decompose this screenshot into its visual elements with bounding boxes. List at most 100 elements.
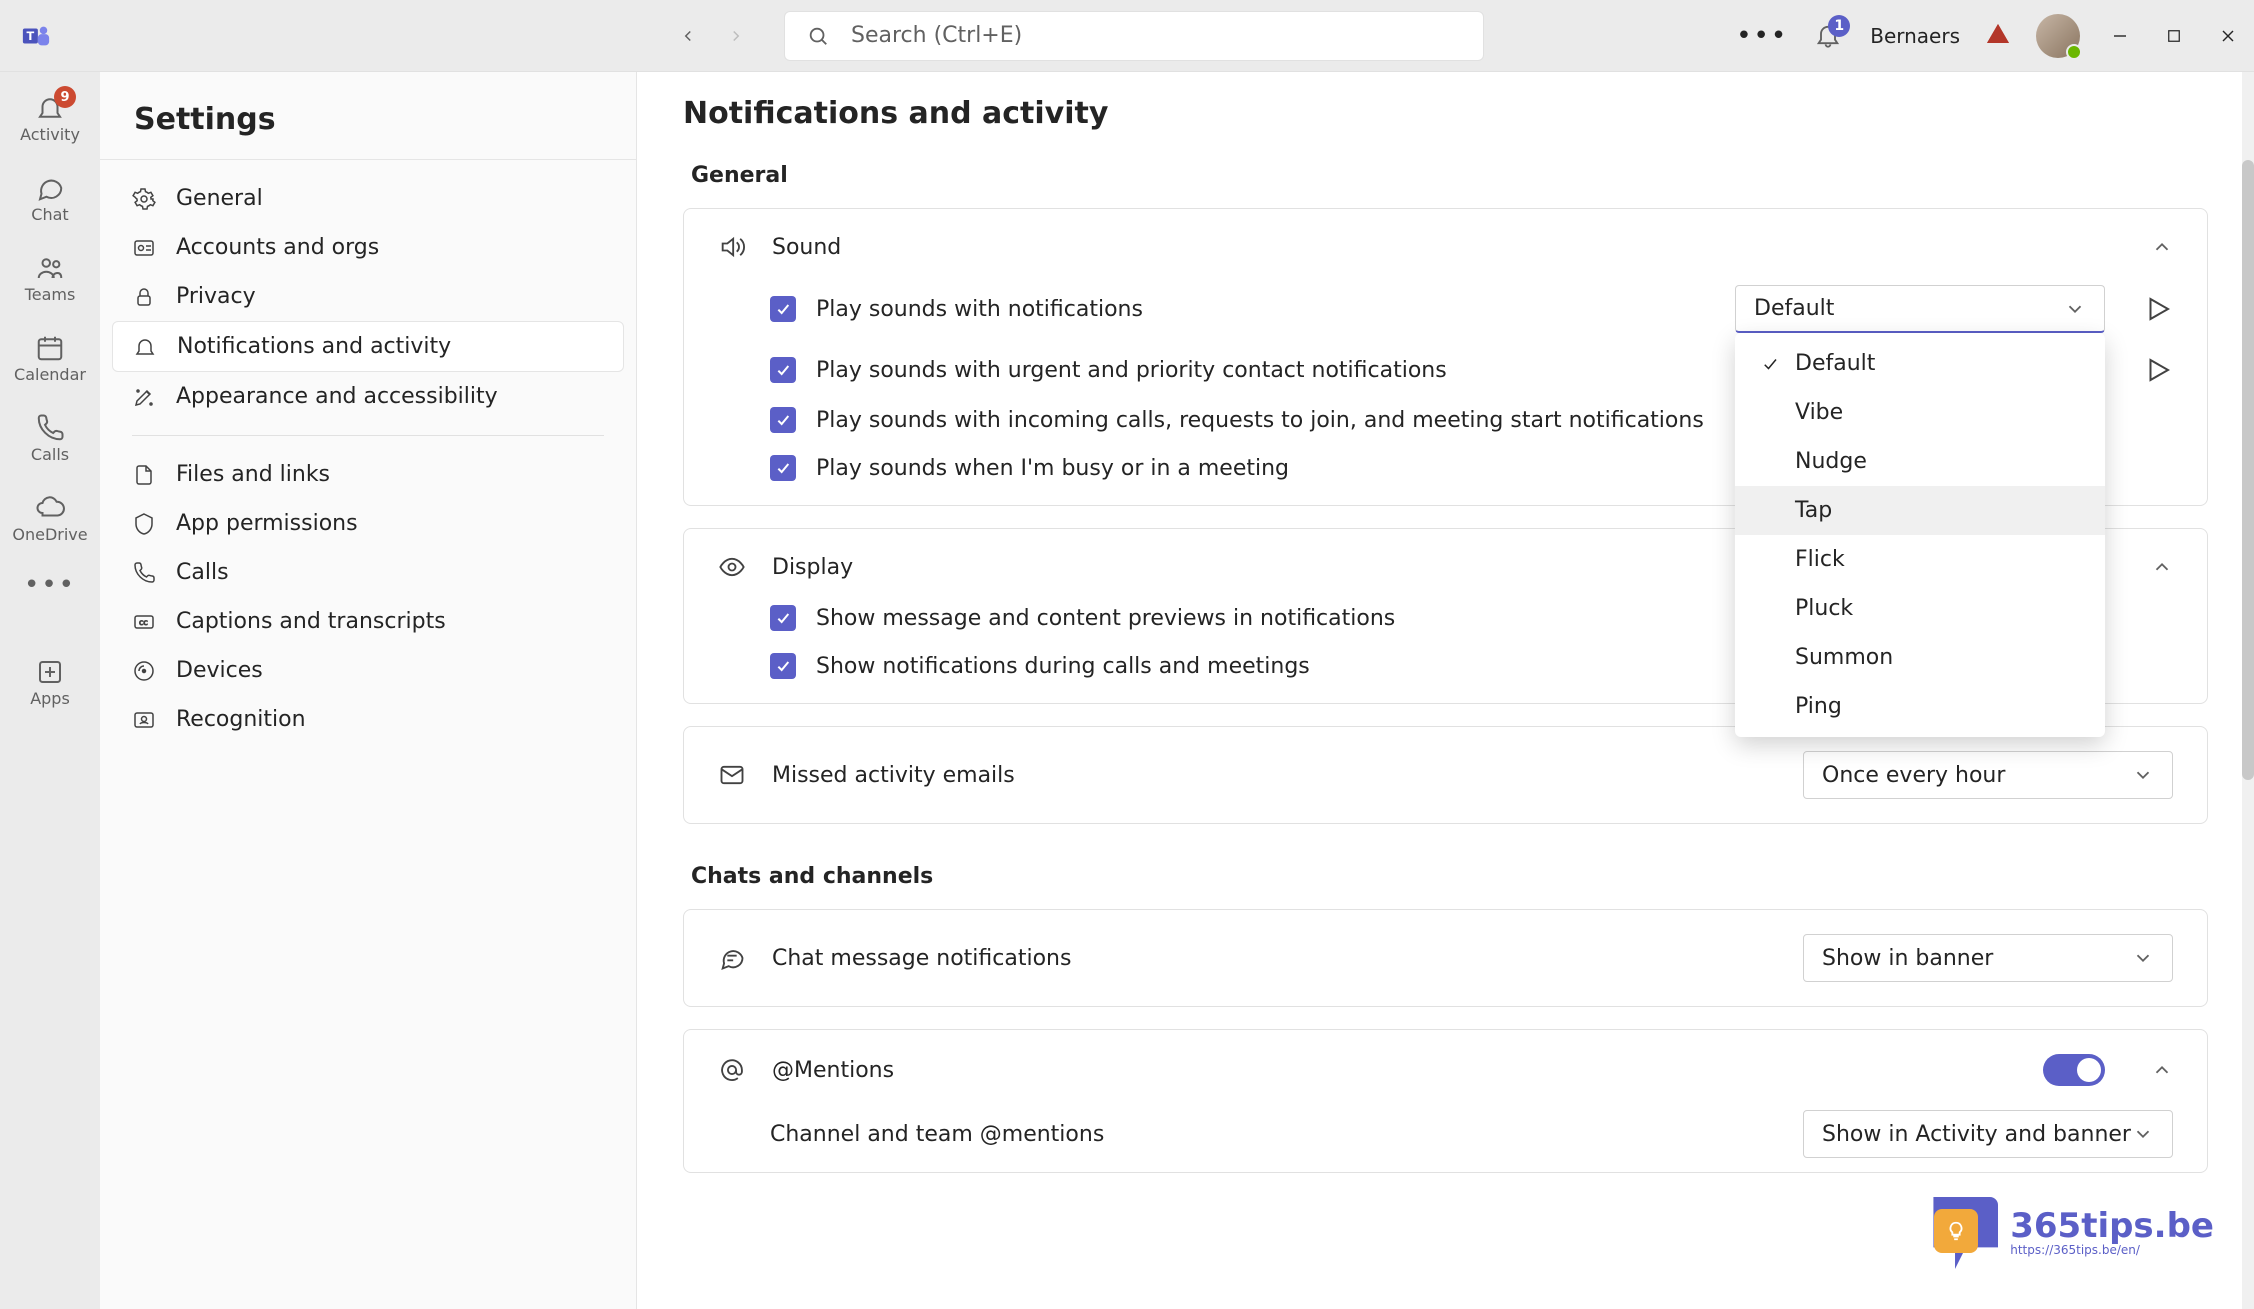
sound-option-label: Flick bbox=[1795, 547, 1845, 572]
chevron-up-icon[interactable] bbox=[2151, 556, 2173, 578]
window-close-button[interactable] bbox=[2214, 22, 2242, 50]
teams-logo-icon: T bbox=[12, 12, 60, 60]
checkbox-sound-busy[interactable] bbox=[770, 455, 796, 481]
chat-icon bbox=[718, 944, 746, 972]
rail-item-calendar[interactable]: Calendar bbox=[8, 322, 92, 394]
mail-icon bbox=[718, 761, 746, 789]
settings-item-files[interactable]: Files and links bbox=[112, 450, 624, 499]
mentions-select[interactable]: Show in Activity and banner bbox=[1803, 1110, 2173, 1158]
sound-option-label: Tap bbox=[1795, 498, 1832, 523]
rail-label: Calls bbox=[31, 445, 69, 464]
app-rail: 9 Activity Chat Teams Calendar Calls One… bbox=[0, 72, 100, 1309]
window-maximize-button[interactable] bbox=[2160, 22, 2188, 50]
sound-dropdown[interactable]: Default Vibe Nudge Tap Flick Pluck Summon Ping bbox=[1735, 333, 2105, 737]
activity-bell-icon[interactable]: 1 bbox=[1814, 21, 1844, 51]
sound-option[interactable]: Tap bbox=[1735, 486, 2105, 535]
rail-item-teams[interactable]: Teams bbox=[8, 242, 92, 314]
settings-item-captions[interactable]: ccCaptions and transcripts bbox=[112, 597, 624, 646]
svg-text:T: T bbox=[27, 29, 35, 42]
settings-sidebar: Settings General Accounts and orgs Priva… bbox=[100, 72, 637, 1309]
sound-option[interactable]: Vibe bbox=[1735, 388, 2105, 437]
chevron-down-icon bbox=[2064, 298, 2086, 320]
titlebar: T Search (Ctrl+E) ••• 1 Bernaers bbox=[0, 0, 2254, 72]
sound-option-label: Ping bbox=[1795, 694, 1842, 719]
avatar[interactable] bbox=[2036, 14, 2080, 58]
settings-item-recognition[interactable]: Recognition bbox=[112, 695, 624, 744]
settings-item-privacy[interactable]: Privacy bbox=[112, 272, 624, 321]
label: Play sounds with urgent and priority con… bbox=[816, 358, 1447, 383]
activity-count-badge: 9 bbox=[54, 86, 76, 108]
presence-available-icon bbox=[2066, 44, 2082, 60]
rail-more-button[interactable]: ••• bbox=[24, 570, 76, 600]
checkbox-sound-notif[interactable] bbox=[770, 296, 796, 322]
page-title: Notifications and activity bbox=[683, 96, 2208, 131]
settings-item-general[interactable]: General bbox=[112, 174, 624, 223]
main-content: Notifications and activity General Sound… bbox=[637, 72, 2254, 1309]
display-header: Display bbox=[772, 555, 853, 580]
mentions-toggle[interactable] bbox=[2043, 1054, 2105, 1086]
section-general: General bbox=[691, 163, 2200, 188]
window-minimize-button[interactable] bbox=[2106, 22, 2134, 50]
account-name[interactable]: Bernaers bbox=[1870, 24, 1960, 48]
mentions-sub: Channel and team @mentions bbox=[770, 1122, 1104, 1147]
rail-item-chat[interactable]: Chat bbox=[8, 162, 92, 234]
rail-item-apps[interactable]: Apps bbox=[8, 646, 92, 718]
sound-option[interactable]: Summon bbox=[1735, 633, 2105, 682]
sound-option[interactable]: Flick bbox=[1735, 535, 2105, 584]
checkbox-preview[interactable] bbox=[770, 605, 796, 631]
sound-header: Sound bbox=[772, 235, 841, 260]
chevron-up-icon[interactable] bbox=[2151, 1059, 2173, 1081]
nav-forward-button[interactable] bbox=[724, 24, 748, 48]
search-input[interactable]: Search (Ctrl+E) bbox=[784, 11, 1484, 61]
label: Play sounds with incoming calls, request… bbox=[816, 408, 1704, 433]
label: Show message and content previews in not… bbox=[816, 606, 1395, 631]
at-icon bbox=[718, 1056, 746, 1084]
missed-emails-select[interactable]: Once every hour bbox=[1803, 751, 2173, 799]
rail-item-calls[interactable]: Calls bbox=[8, 402, 92, 474]
checkbox-sound-calls[interactable] bbox=[770, 407, 796, 433]
settings-item-appearance[interactable]: Appearance and accessibility bbox=[112, 372, 624, 421]
rail-label: OneDrive bbox=[12, 525, 87, 544]
settings-item-accounts[interactable]: Accounts and orgs bbox=[112, 223, 624, 272]
play-sound-button[interactable] bbox=[2143, 355, 2173, 385]
eye-icon bbox=[718, 553, 746, 581]
bell-badge-count: 1 bbox=[1828, 15, 1850, 37]
section-chats: Chats and channels bbox=[691, 864, 2200, 889]
chevron-down-icon bbox=[2132, 947, 2154, 969]
divider bbox=[132, 435, 604, 436]
sound-option[interactable]: Nudge bbox=[1735, 437, 2105, 486]
settings-item-calls[interactable]: Calls bbox=[112, 548, 624, 597]
chevron-up-icon[interactable] bbox=[2151, 236, 2173, 258]
more-menu-button[interactable]: ••• bbox=[1736, 21, 1788, 51]
warning-icon bbox=[1986, 22, 2010, 50]
play-sound-button[interactable] bbox=[2143, 294, 2173, 324]
sound-select[interactable]: Default bbox=[1735, 285, 2105, 333]
watermark: 365tips.be https://365tips.be/en/ bbox=[1926, 1197, 2214, 1269]
rail-label: Calendar bbox=[14, 365, 86, 384]
rail-item-activity[interactable]: 9 Activity bbox=[8, 82, 92, 154]
settings-item-devices[interactable]: Devices bbox=[112, 646, 624, 695]
mentions-header: @Mentions bbox=[772, 1058, 894, 1083]
chat-notif-select[interactable]: Show in banner bbox=[1803, 934, 2173, 982]
sound-option[interactable]: Ping bbox=[1735, 682, 2105, 731]
checkbox-sound-urgent[interactable] bbox=[770, 357, 796, 383]
mentions-card: @Mentions Channel and team @mentions Sho… bbox=[683, 1029, 2208, 1173]
sound-option-label: Default bbox=[1795, 351, 1875, 376]
sound-option-label: Pluck bbox=[1795, 596, 1853, 621]
sound-option[interactable]: Default bbox=[1735, 339, 2105, 388]
chevron-down-icon bbox=[2132, 1123, 2154, 1145]
lightbulb-icon bbox=[1934, 1209, 1978, 1253]
search-placeholder: Search (Ctrl+E) bbox=[851, 23, 1022, 48]
settings-title: Settings bbox=[100, 72, 636, 160]
settings-item-permissions[interactable]: App permissions bbox=[112, 499, 624, 548]
checkbox-during-calls[interactable] bbox=[770, 653, 796, 679]
settings-item-notifications[interactable]: Notifications and activity bbox=[112, 321, 624, 372]
sound-option[interactable]: Pluck bbox=[1735, 584, 2105, 633]
rail-label: Activity bbox=[20, 125, 80, 144]
rail-item-onedrive[interactable]: OneDrive bbox=[8, 482, 92, 554]
missed-header: Missed activity emails bbox=[772, 763, 1015, 788]
nav-back-button[interactable] bbox=[676, 24, 700, 48]
label: Play sounds when I'm busy or in a meetin… bbox=[816, 456, 1289, 481]
sound-option-label: Nudge bbox=[1795, 449, 1867, 474]
scrollbar-thumb[interactable] bbox=[2242, 160, 2254, 780]
